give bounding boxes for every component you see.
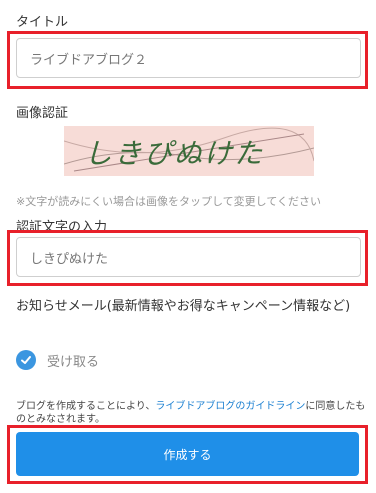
terms-prefix: ブログを作成することにより、 [16, 401, 156, 412]
captcha-hint: ※文字が読みにくい場合は画像をタップして変更してください [16, 195, 322, 208]
title-label: タイトル [16, 15, 69, 30]
newsletter-checkbox[interactable]: 受け取る [16, 350, 99, 370]
create-button[interactable]: 作成する [16, 432, 359, 476]
guidelines-link[interactable]: ライブドアブログのガイドライン [155, 401, 305, 412]
terms-text: ブログを作成することにより、ライブドアブログのガイドラインに同意したものとみなさ… [16, 400, 366, 426]
checkmark-icon [16, 350, 36, 370]
title-input-value: ライブドアブログ２ [30, 52, 148, 68]
newsletter-checkbox-label: 受け取る [47, 354, 100, 370]
captcha-input[interactable]: しきぴぬけた [16, 237, 361, 277]
title-input[interactable]: ライブドアブログ２ [16, 38, 361, 78]
captcha-label: 画像認証 [16, 106, 69, 121]
captcha-input-value: しきぴぬけた [30, 251, 109, 267]
captcha-image[interactable]: しきぴぬけた [64, 126, 314, 176]
newsletter-label: お知らせメール(最新情報やお得なキャンペーン情報など) [16, 299, 351, 314]
captcha-text: しきぴぬけた [84, 137, 265, 170]
